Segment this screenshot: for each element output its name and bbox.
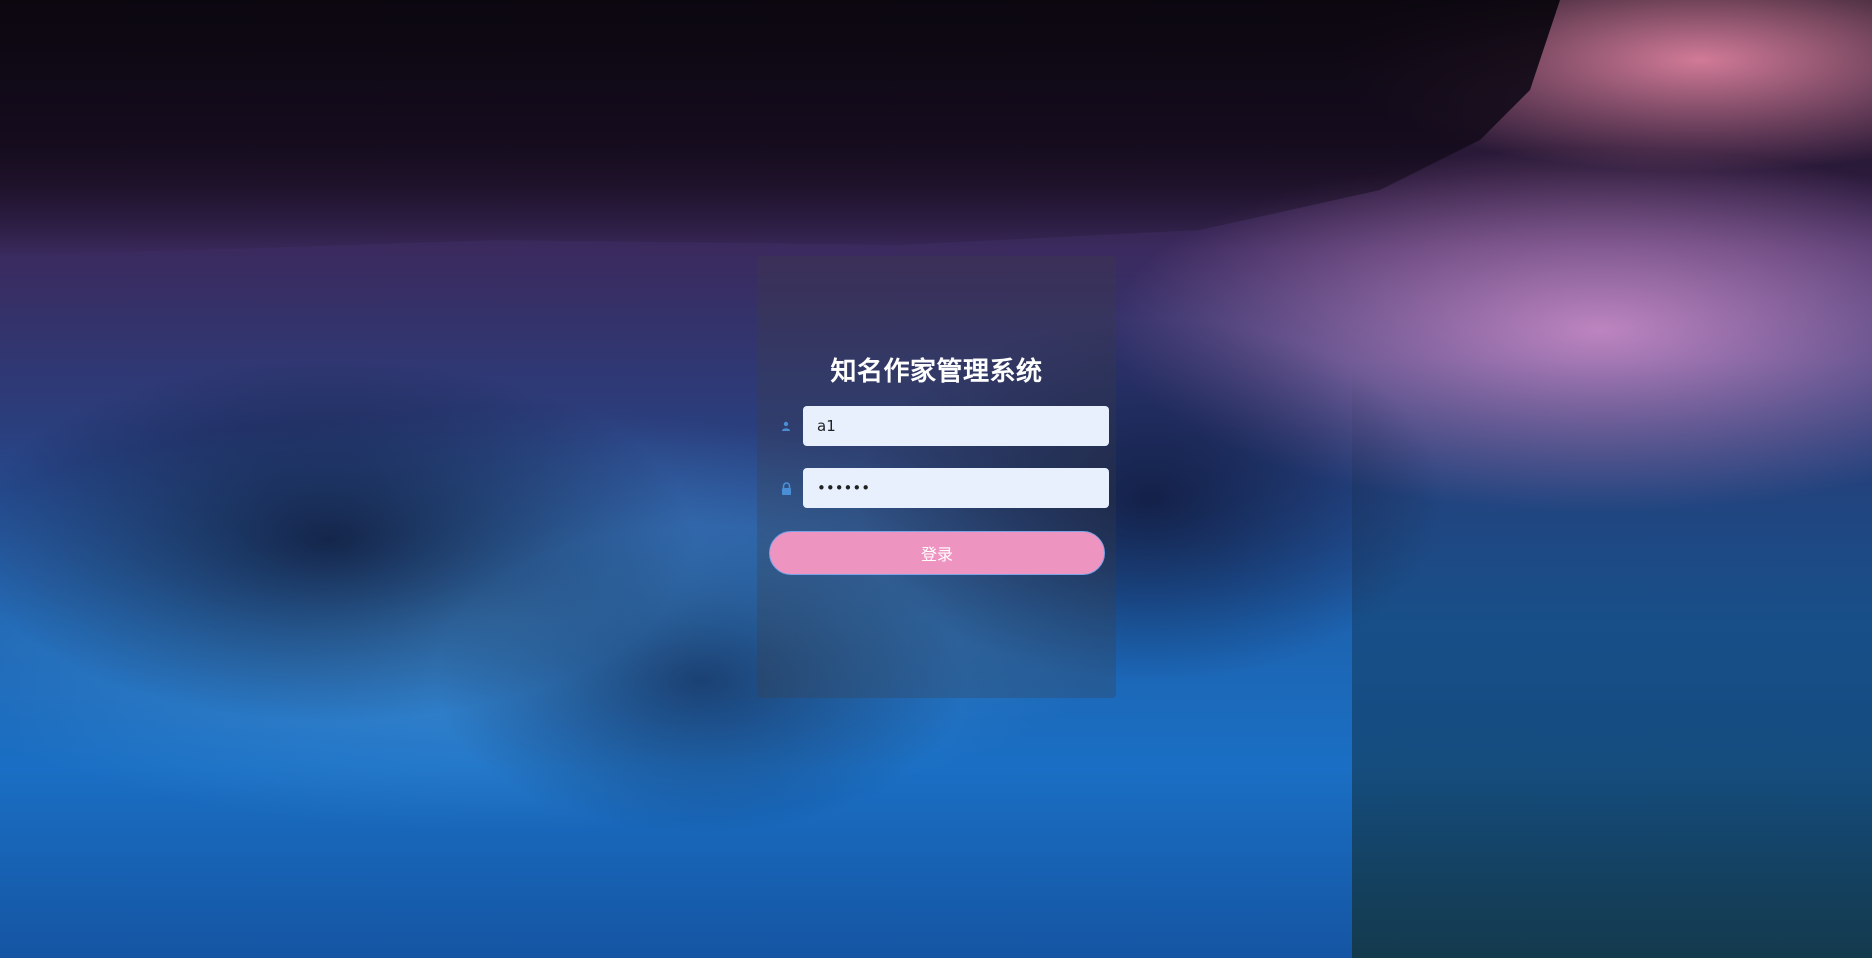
login-button[interactable]: 登录 xyxy=(769,531,1105,575)
user-icon xyxy=(779,418,793,434)
reeds-foreground xyxy=(1352,358,1872,958)
password-input[interactable] xyxy=(803,468,1109,508)
username-input[interactable] xyxy=(803,406,1109,446)
lock-icon xyxy=(779,480,793,496)
login-panel: 知名作家管理系统 登录 xyxy=(757,256,1116,698)
password-row xyxy=(779,468,1109,508)
page-title: 知名作家管理系统 xyxy=(830,357,1043,387)
username-row xyxy=(779,406,1109,446)
